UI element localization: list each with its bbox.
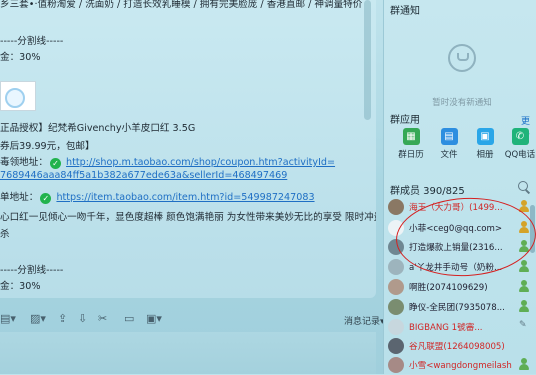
- folder-icon: ▤: [440, 128, 458, 145]
- notice-title: 群通知: [390, 6, 420, 17]
- upload-icon[interactable]: ⇪: [58, 312, 67, 325]
- app-phone[interactable]: ✆ QQ电话: [503, 128, 536, 160]
- phone-icon: ✆: [511, 128, 529, 145]
- message-line: 金：30%: [0, 281, 41, 292]
- message-line: 券后39.99元，包邮】: [0, 141, 95, 152]
- member-row[interactable]: 谷凡联盟(1264098005): [384, 336, 536, 356]
- avatar: [388, 259, 404, 275]
- coupon-link-cont[interactable]: 7689446aaa84ff5a1b382a677ede63a&sellerId…: [0, 170, 287, 181]
- admin-icon: [519, 358, 529, 370]
- message-line: 7689446aaa84ff5a1b382a677ede63a&sellerId…: [0, 170, 287, 181]
- member-name: 睁仪-全民团(7935078...: [409, 303, 505, 313]
- scissors-icon[interactable]: ✂: [98, 312, 107, 325]
- screenshot-icon[interactable]: ▭: [124, 312, 134, 325]
- avatar: [388, 279, 404, 295]
- search-icon[interactable]: [518, 181, 528, 191]
- calendar-icon: ▦: [402, 128, 420, 145]
- admin-icon: [519, 300, 529, 312]
- message-line: 金：30%: [0, 52, 41, 63]
- verified-shield-icon: ✓: [40, 193, 52, 204]
- member-row[interactable]: BIGBANG 1號審... ✎: [384, 317, 536, 337]
- app-album[interactable]: ▣ 相册: [468, 128, 502, 160]
- message-line: 乡三套•·值粉淘爱 / 洗面奶 / 打造长效乳睡模 / 拥有完美脸庞 / 香港直…: [0, 0, 363, 10]
- download-icon[interactable]: ⇩: [78, 312, 87, 325]
- edit-icon[interactable]: ✎: [519, 320, 529, 332]
- admin-icon: [519, 260, 529, 272]
- apps-title: 群应用: [390, 115, 420, 126]
- message-line: 单地址： ✓ https://item.taobao.com/item.htm?i…: [0, 189, 315, 204]
- group-side-panel: 群通知 暂时没有新通知 群应用 更多 ▦ 群日历 ▤ 文件 ▣ 相册 ✆ QQ电…: [383, 0, 536, 374]
- member-name: 小雪<wangdongmeilash@...: [409, 361, 512, 371]
- order-label: 单地址：: [0, 192, 39, 203]
- verified-shield-icon: ✓: [49, 158, 61, 169]
- message-line: 正品授权】纪梵希Givenchy小羊皮口红 3.5G: [0, 123, 196, 134]
- message-line: 毒领地址： ✓ http://shop.m.taobao.com/shop/cou…: [0, 154, 335, 169]
- input-toolbar: ▤▾ ▨▾ ⇪ ⇩ ✂ ▭ ▣▾: [0, 312, 376, 330]
- product-image[interactable]: [0, 81, 36, 111]
- member-row[interactable]: 睁仪-全民团(7935078...: [384, 297, 536, 317]
- member-row[interactable]: 啊胜(2074109629): [384, 277, 536, 297]
- members-header: 群成员 390/825: [390, 186, 465, 197]
- divider-text: -----分割线-----: [0, 265, 64, 276]
- chat-scrollbar[interactable]: [364, 0, 371, 120]
- avatar: [388, 199, 404, 215]
- member-name: BIGBANG 1號審...: [409, 323, 483, 333]
- apps-row: ▦ 群日历 ▤ 文件 ▣ 相册 ✆ QQ电话: [384, 128, 536, 164]
- more-tools-icon[interactable]: ▣▾: [146, 312, 162, 325]
- album-icon: ▣: [476, 128, 494, 145]
- avatar: [388, 319, 404, 335]
- app-files[interactable]: ▤ 文件: [432, 128, 466, 160]
- coupon-link[interactable]: http://shop.m.taobao.com/shop/coupon.htm…: [66, 157, 335, 168]
- notice-empty-text: 暂时没有新通知: [432, 98, 492, 108]
- history-button[interactable]: 消息记录▾: [344, 314, 385, 327]
- member-row[interactable]: 小雪<wangdongmeilash@...: [384, 355, 536, 375]
- font-icon[interactable]: ▤▾: [0, 312, 16, 325]
- member-name: 谷凡联盟(1264098005): [409, 342, 505, 352]
- avatar: [388, 357, 404, 373]
- divider-text: -----分割线-----: [0, 36, 64, 47]
- notice-box: 暂时没有新通知: [392, 18, 532, 108]
- chat-message-area[interactable]: 乡三套•·值粉淘爱 / 洗面奶 / 打造长效乳睡模 / 拥有完美脸庞 / 香港直…: [0, 0, 376, 298]
- admin-icon: [519, 280, 529, 292]
- message-line: 心口红一见倾心一吻千年，显色度超棒 颜色饱满艳丽 为女性带来美妙无比的享受 限时…: [0, 212, 376, 223]
- coupon-label: 毒领地址：: [0, 157, 48, 168]
- avatar: [388, 299, 404, 315]
- message-input[interactable]: [0, 332, 376, 374]
- avatar: [388, 338, 404, 354]
- message-line: 杀: [0, 229, 10, 240]
- member-name: 啊胜(2074109629): [409, 283, 488, 293]
- app-calendar[interactable]: ▦ 群日历: [394, 128, 428, 160]
- bell-icon: [448, 44, 476, 72]
- image-icon[interactable]: ▨▾: [30, 312, 46, 325]
- item-link[interactable]: https://item.taobao.com/item.htm?id=5499…: [56, 192, 314, 203]
